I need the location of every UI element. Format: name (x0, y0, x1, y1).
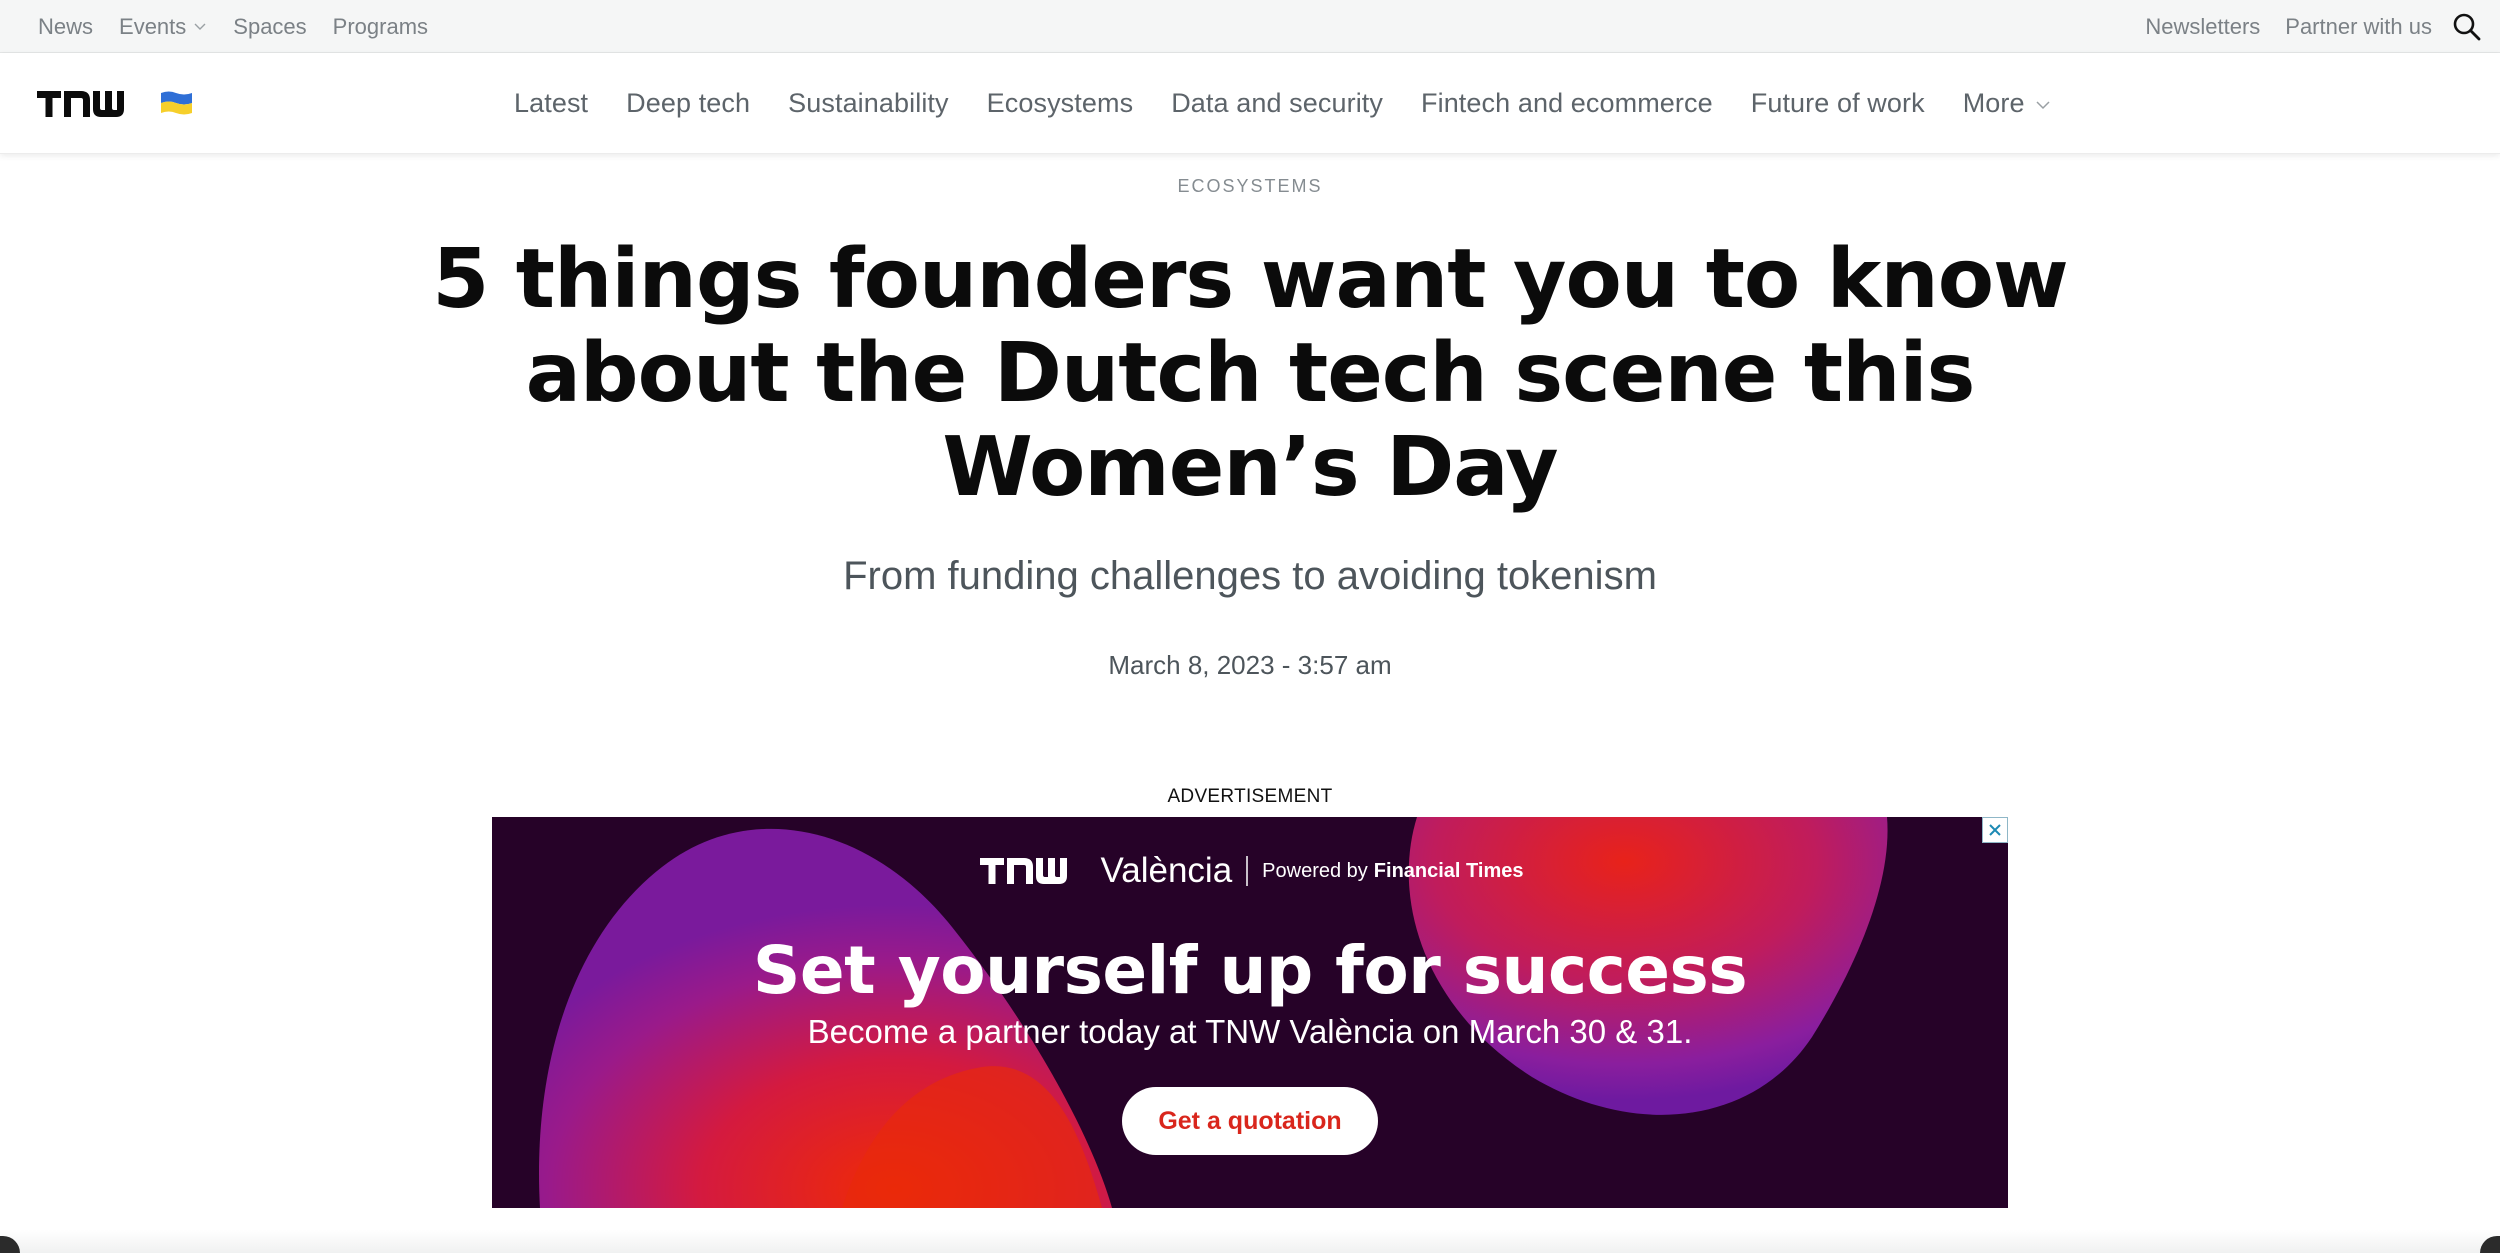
category-nav: Latest Deep tech Sustainability Ecosyste… (514, 53, 2051, 154)
ukraine-flag-icon (161, 91, 192, 115)
ad-close-button[interactable] (1982, 817, 2008, 843)
nav-item-sustainability[interactable]: Sustainability (788, 88, 949, 119)
ad-powered-by: Powered by (1262, 859, 1368, 882)
nav-item-deep-tech[interactable]: Deep tech (626, 88, 750, 119)
ad-event-city: València (1100, 851, 1233, 890)
nav-item-more-label: More (1962, 88, 2025, 118)
nav-item-more[interactable]: More (1963, 88, 2051, 119)
utility-link-spaces[interactable]: Spaces (233, 14, 306, 40)
tnw-logo[interactable] (37, 89, 143, 119)
chevron-down-icon (2036, 100, 2050, 109)
ad-subtext: Become a partner today at TNW València o… (807, 1013, 1693, 1050)
content-bottom-edge (0, 1230, 2500, 1253)
partner-with-us-link[interactable]: Partner with us (2285, 14, 2432, 40)
utility-link-news[interactable]: News (38, 14, 93, 40)
newsletters-link[interactable]: Newsletters (2145, 14, 2260, 40)
utility-link-events-label: Events (119, 13, 187, 39)
ad-brand-divider (1246, 856, 1249, 886)
ad-sponsor: Financial Times (1373, 859, 1524, 882)
get-a-quotation-button[interactable]: Get a quotation (1122, 1087, 1378, 1155)
chevron-down-icon (194, 23, 206, 30)
ad-headline: Set yourself up for success (752, 932, 1748, 1009)
nav-item-ecosystems[interactable]: Ecosystems (987, 88, 1134, 119)
search-icon (2453, 13, 2481, 40)
advertisement-banner[interactable]: València Powered by Financial Times Set … (492, 817, 2008, 1208)
advertisement-label: ADVERTISEMENT (1167, 786, 1333, 807)
nav-item-fintech-and-ecommerce[interactable]: Fintech and ecommerce (1421, 88, 1713, 119)
article-date: March 8, 2023 - 3:57 am (1108, 650, 1392, 680)
tnw-logo (979, 858, 1067, 884)
utility-link-programs[interactable]: Programs (333, 14, 428, 40)
utility-bar: News Events Spaces Programs Newsletters … (0, 0, 2500, 53)
utility-links-right: Newsletters Partner with us (2145, 0, 2500, 53)
nav-item-future-of-work[interactable]: Future of work (1751, 88, 1925, 119)
nav-item-data-and-security[interactable]: Data and security (1171, 88, 1383, 119)
ad-brand-lockup: València Powered by Financial Times (492, 849, 2008, 893)
nav-item-latest[interactable]: Latest (514, 88, 588, 119)
article-headline: 5 things founders want you to know about… (432, 232, 2069, 515)
search-button[interactable] (2450, 10, 2484, 44)
article-category[interactable]: ECOSYSTEMS (0, 176, 2500, 197)
close-icon (1989, 824, 2001, 836)
article-subheadline: From funding challenges to avoiding toke… (843, 554, 1657, 598)
utility-links-left: News Events Spaces Programs (38, 0, 454, 53)
main-navigation: Latest Deep tech Sustainability Ecosyste… (0, 53, 2500, 154)
utility-link-events[interactable]: Events (119, 14, 207, 40)
